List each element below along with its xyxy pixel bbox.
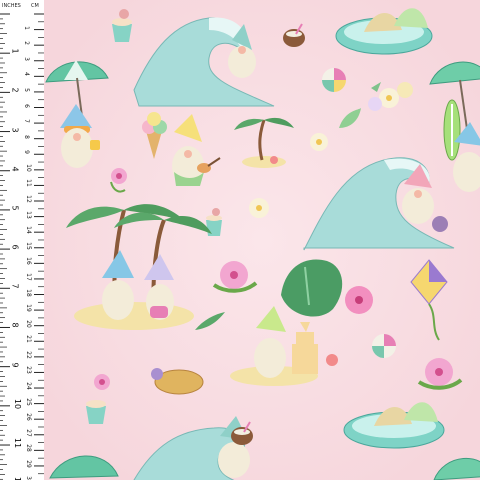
ruler-cm-label: 20 (24, 319, 32, 328)
ruler-cm-label: 24 (24, 382, 32, 390)
plumeria-mid (249, 198, 269, 218)
ruler-cm-label: 28 (24, 444, 32, 453)
hibiscus-pink-right (345, 286, 373, 314)
ruler-cm-label: 4 (22, 72, 30, 77)
ruler-cm-label: 19 (24, 304, 32, 312)
ruler-cm-label: 15 (24, 241, 32, 250)
ruler-cm-label: 2 (22, 41, 30, 46)
measuring-ruler: INCHES CM 123456789101112123456789101112… (0, 0, 45, 480)
ruler-cm-unit: CM (31, 3, 39, 9)
ruler-cm-label: 9 (22, 150, 30, 155)
ruler-inch-label: 11 (13, 437, 23, 449)
ruler-cm-label: 8 (22, 134, 30, 139)
ruler-cm-label: 7 (22, 119, 30, 123)
ruler-inch-label: 2 (10, 87, 20, 93)
ruler-cm-label: 22 (24, 351, 32, 359)
ruler-inch-label: 7 (10, 283, 20, 289)
plumeria-flower (310, 133, 328, 151)
fabric-preview: INCHES CM 123456789101112123456789101112… (0, 0, 480, 480)
ruler-inch-label: 8 (10, 322, 20, 329)
ruler-inch-label: 1 (10, 48, 20, 54)
ruler-cm-label: 13 (24, 210, 32, 219)
ruler-cm-label: 12 (24, 195, 32, 203)
ruler-inch-label: 6 (10, 244, 20, 250)
ruler-inch-label: 5 (10, 205, 20, 211)
ruler-inch-label: 4 (10, 166, 20, 172)
ruler-inch-label: 3 (10, 127, 20, 133)
summer-gnome-pattern (44, 0, 480, 480)
ruler-cm-label: 3 (22, 56, 30, 61)
sand-bucket-bottom (86, 400, 106, 424)
ruler-cm-label: 18 (24, 288, 32, 297)
ruler-cm-label: 21 (24, 335, 32, 344)
ruler-cm-label: 5 (22, 88, 30, 92)
ruler-cm-label: 11 (24, 179, 32, 188)
hibiscus-small-lower (94, 374, 110, 390)
beach-ball-top (322, 68, 346, 92)
ruler-cm-label: 16 (24, 257, 32, 266)
beach-ball-mid (372, 334, 396, 358)
ruler-cm-label: 10 (24, 164, 32, 172)
ruler-cm-label: 1 (22, 25, 30, 30)
ruler-cm-label: 14 (24, 226, 32, 234)
ruler-inch-label: 10 (13, 398, 23, 409)
ruler-inches-unit: INCHES (2, 3, 21, 9)
ruler-cm-label: 27 (24, 428, 32, 437)
ruler-inch-label: 9 (10, 362, 20, 368)
ruler-cm-label: 25 (24, 397, 32, 406)
ruler-cm-label: 17 (24, 273, 32, 281)
ruler-cm-label: 29 (24, 460, 32, 468)
ruler-cm-label: 23 (24, 366, 32, 375)
ruler-cm-label: 26 (24, 413, 32, 422)
ruler-cm-label: 6 (22, 103, 30, 108)
ruler-cm-label: 30 (24, 475, 32, 480)
